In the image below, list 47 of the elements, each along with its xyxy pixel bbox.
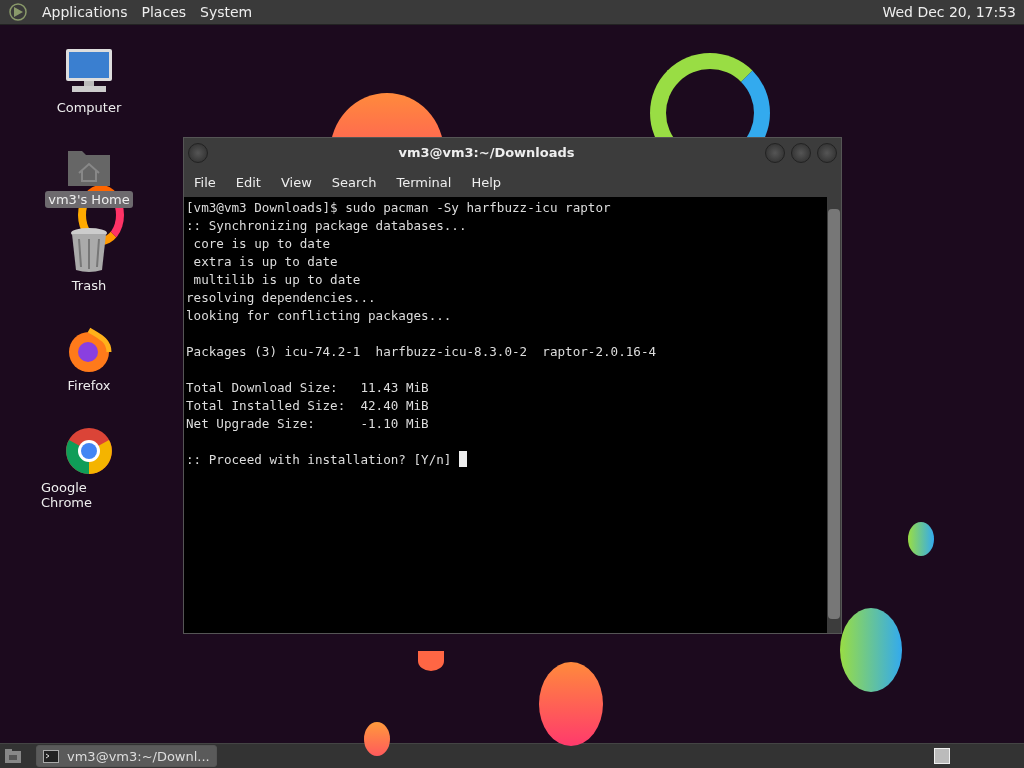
menu-item[interactable]: View [280, 174, 312, 190]
desktop-icon-label[interactable]: Google Chrome [38, 479, 140, 511]
panel-menu[interactable]: Places [141, 4, 187, 20]
firefox-icon[interactable] [66, 327, 112, 373]
show-desktop-icon[interactable] [4, 748, 22, 764]
workspace-switcher[interactable] [934, 748, 950, 764]
bubble-shape [418, 651, 444, 671]
trash-icon[interactable] [69, 227, 109, 273]
scrollbar-thumb[interactable] [828, 209, 840, 619]
terminal-line: extra is up to date [192, 254, 338, 269]
terminal-icon [43, 749, 59, 763]
desktop-icon-label[interactable]: Trash [68, 277, 110, 294]
panel-menu[interactable]: System [200, 4, 253, 20]
terminal-line: Net Upgrade Size: -1.10 MiB [186, 416, 429, 431]
menu-item[interactable]: Help [471, 174, 502, 190]
menu-item[interactable]: Terminal [396, 174, 452, 190]
menu-item[interactable]: Search [331, 174, 377, 190]
terminal-line: core is up to date [192, 236, 331, 251]
text-cursor [458, 451, 467, 467]
close-button[interactable] [817, 142, 837, 163]
terminal-line: Total Installed Size: 42.40 MiB [186, 398, 429, 413]
monitor-icon[interactable] [64, 47, 114, 95]
bubble-shape [364, 722, 390, 756]
desktop-icon-label[interactable]: Firefox [64, 377, 114, 394]
terminal-line: Packages (3) icu-74.2-1 harfbuzz-icu-8.3.0-2 raptor-2.0.16-4 [186, 344, 657, 359]
terminal-line: resolving dependencies... [186, 290, 376, 305]
scrollbar[interactable] [827, 197, 841, 633]
menu-item[interactable]: File [194, 174, 216, 190]
terminal-line: :: Synchronizing package databases... [186, 218, 467, 233]
clock[interactable]: Wed Dec 20, 17:53 [882, 4, 1016, 20]
window-menu-button[interactable] [188, 142, 208, 163]
minimize-button[interactable] [765, 142, 785, 163]
terminal-line: multilib is up to date [192, 272, 361, 287]
maximize-button[interactable] [791, 142, 811, 163]
window-title: vm3@vm3:~/Downloads [397, 145, 576, 160]
desktop-icon-label[interactable]: Computer [53, 99, 125, 116]
taskbar-button[interactable]: vm3@vm3:~/Downl... [36, 745, 217, 767]
terminal-line: :: Proceed with installation? [Y/n] [186, 452, 453, 467]
terminal-line: Total Download Size: 11.43 MiB [186, 380, 429, 395]
terminal-line: looking for conflicting packages... [186, 308, 452, 323]
terminal-line: [vm3@vm3 Downloads]$ sudo pacman -Sy harfbuzz-icu raptor [186, 200, 611, 215]
desktop-icon-label[interactable]: vm3's Home [45, 191, 133, 208]
distro-logo-icon[interactable] [8, 2, 28, 22]
panel-menu[interactable]: Applications [42, 4, 128, 20]
menu-item[interactable]: Edit [235, 174, 261, 190]
bubble-shape [908, 522, 934, 556]
chrome-icon[interactable] [65, 427, 113, 475]
